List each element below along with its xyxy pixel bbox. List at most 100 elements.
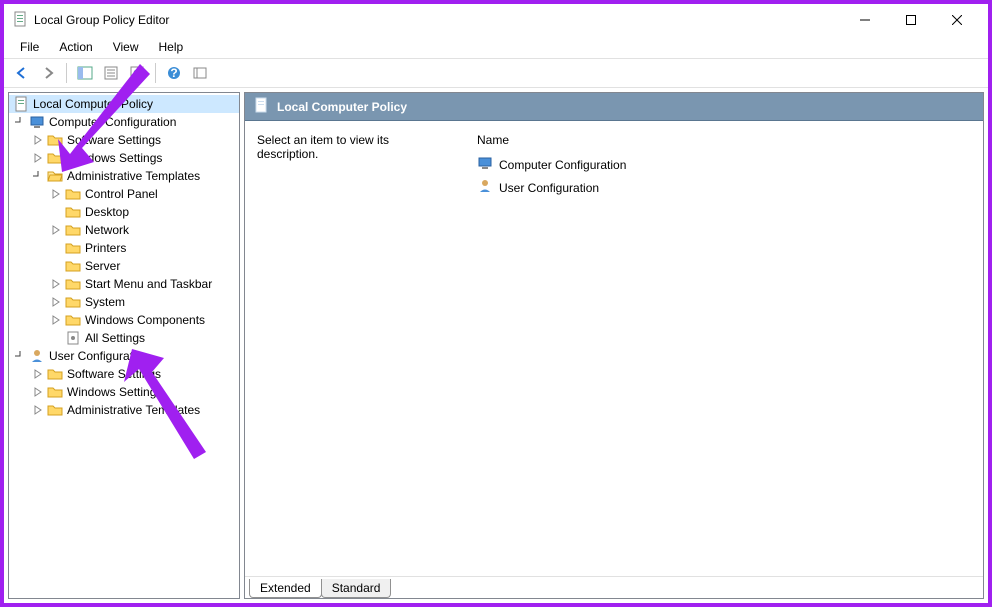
- tree-cc-win[interactable]: Windows Settings: [9, 149, 239, 167]
- computer-icon: [477, 155, 493, 174]
- policy-icon: [13, 96, 29, 112]
- user-icon: [29, 348, 45, 364]
- folder-icon: [65, 186, 81, 202]
- tree-label: Local Computer Policy: [33, 97, 153, 111]
- tree-label: Windows Settings: [67, 151, 162, 165]
- list-item-uc[interactable]: User Configuration: [477, 176, 971, 199]
- tree-root[interactable]: Local Computer Policy: [9, 95, 239, 113]
- policy-icon: [253, 97, 269, 116]
- tree-uc-at[interactable]: Administrative Templates: [9, 401, 239, 419]
- folder-icon: [65, 294, 81, 310]
- tree-label: Desktop: [85, 205, 129, 219]
- tree-cc-at-wc[interactable]: Windows Components: [9, 311, 239, 329]
- detail-title: Local Computer Policy: [277, 100, 407, 114]
- tree-label: Software Settings: [67, 133, 161, 147]
- minimize-button[interactable]: [842, 5, 888, 35]
- detail-header: Local Computer Policy: [245, 93, 983, 121]
- tree-uc[interactable]: User Configuration: [9, 347, 239, 365]
- folder-icon: [65, 312, 81, 328]
- close-button[interactable]: [934, 5, 980, 35]
- tree-cc-at-print[interactable]: Printers: [9, 239, 239, 257]
- menu-action[interactable]: Action: [51, 38, 100, 56]
- tree-label: Administrative Templates: [67, 403, 200, 417]
- tree-label: Windows Components: [85, 313, 205, 327]
- expander-icon[interactable]: [49, 223, 63, 237]
- tree-cc[interactable]: Computer Configuration: [9, 113, 239, 131]
- toolbar-separator: [66, 63, 67, 83]
- folder-icon: [65, 276, 81, 292]
- tree-label: Control Panel: [85, 187, 158, 201]
- menu-file[interactable]: File: [12, 38, 47, 56]
- expander-icon[interactable]: [13, 349, 27, 363]
- menubar: File Action View Help: [4, 36, 988, 58]
- user-icon: [477, 178, 493, 197]
- tree-cc-at-cp[interactable]: Control Panel: [9, 185, 239, 203]
- tree-cc-at-srv[interactable]: Server: [9, 257, 239, 275]
- list-area: Name Computer Configuration User Configu…: [477, 133, 971, 564]
- tree-label: Server: [85, 259, 120, 273]
- tree-panel[interactable]: Local Computer Policy Computer Configura…: [8, 92, 240, 599]
- folder-icon: [47, 132, 63, 148]
- tab-standard[interactable]: Standard: [321, 579, 392, 598]
- expander-icon[interactable]: [31, 133, 45, 147]
- expander-icon[interactable]: [49, 295, 63, 309]
- expander-icon[interactable]: [31, 151, 45, 165]
- folder-icon: [47, 402, 63, 418]
- maximize-button[interactable]: [888, 5, 934, 35]
- tree-label: Computer Configuration: [49, 115, 176, 129]
- expander-icon[interactable]: [31, 169, 45, 183]
- expander-icon[interactable]: [31, 385, 45, 399]
- tree-cc-at-all[interactable]: All Settings: [9, 329, 239, 347]
- expander-icon[interactable]: [49, 313, 63, 327]
- tab-extended[interactable]: Extended: [249, 579, 322, 598]
- tree-label: Windows Settings: [67, 385, 162, 399]
- name-column-header[interactable]: Name: [477, 133, 971, 153]
- tree-cc-at[interactable]: Administrative Templates: [9, 167, 239, 185]
- show-hide-tree-button[interactable]: [73, 61, 97, 85]
- menu-view[interactable]: View: [105, 38, 147, 56]
- window-title: Local Group Policy Editor: [34, 13, 842, 27]
- tree-cc-at-desk[interactable]: Desktop: [9, 203, 239, 221]
- tree-label: User Configuration: [49, 349, 149, 363]
- tree-cc-at-smt[interactable]: Start Menu and Taskbar: [9, 275, 239, 293]
- menu-help[interactable]: Help: [151, 38, 192, 56]
- expander-icon[interactable]: [13, 115, 27, 129]
- description-area: Select an item to view its description.: [257, 133, 447, 564]
- detail-panel: Local Computer Policy Select an item to …: [244, 92, 984, 599]
- folder-icon: [65, 204, 81, 220]
- list-item-cc[interactable]: Computer Configuration: [477, 153, 971, 176]
- expander-icon[interactable]: [49, 277, 63, 291]
- filter-button[interactable]: [188, 61, 212, 85]
- app-icon: [12, 11, 28, 30]
- tree-label: Network: [85, 223, 129, 237]
- tree-cc-at-sys[interactable]: System: [9, 293, 239, 311]
- tree-cc-sw[interactable]: Software Settings: [9, 131, 239, 149]
- forward-button[interactable]: [36, 61, 60, 85]
- titlebar: Local Group Policy Editor: [4, 4, 988, 36]
- properties-button[interactable]: [99, 61, 123, 85]
- back-button[interactable]: [10, 61, 34, 85]
- toolbar: ?: [4, 58, 988, 88]
- refresh-button[interactable]: [125, 61, 149, 85]
- folder-icon: [65, 222, 81, 238]
- folder-icon: [47, 366, 63, 382]
- tree-cc-at-net[interactable]: Network: [9, 221, 239, 239]
- expander-icon[interactable]: [31, 367, 45, 381]
- tree-uc-sw[interactable]: Software Settings: [9, 365, 239, 383]
- svg-text:?: ?: [170, 66, 177, 80]
- tree-label: All Settings: [85, 331, 145, 345]
- folder-icon: [47, 150, 63, 166]
- tree-label: System: [85, 295, 125, 309]
- expander-icon[interactable]: [49, 187, 63, 201]
- tree-label: Printers: [85, 241, 126, 255]
- settings-icon: [65, 330, 81, 346]
- folder-icon: [47, 384, 63, 400]
- folder-icon: [65, 258, 81, 274]
- expander-icon[interactable]: [31, 403, 45, 417]
- toolbar-separator-2: [155, 63, 156, 83]
- help-button[interactable]: ?: [162, 61, 186, 85]
- tree-label: Start Menu and Taskbar: [85, 277, 212, 291]
- tree-label: Software Settings: [67, 367, 161, 381]
- tree-uc-win[interactable]: Windows Settings: [9, 383, 239, 401]
- list-item-label: Computer Configuration: [499, 158, 626, 172]
